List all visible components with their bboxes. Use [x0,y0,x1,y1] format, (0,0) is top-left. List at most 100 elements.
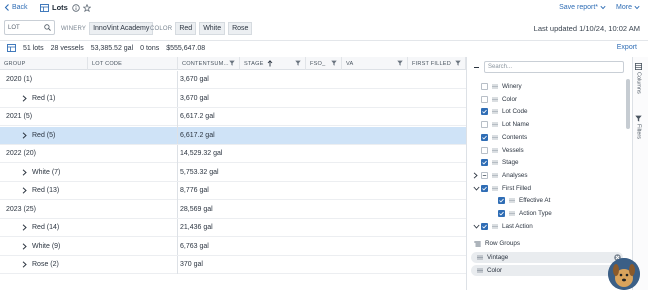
group-row-color[interactable]: White (9) 6,763 gal [0,237,466,256]
column-checkbox[interactable] [498,210,505,217]
drag-handle-icon[interactable] [477,255,483,260]
chevron-right-icon[interactable] [20,131,28,139]
winery-filter[interactable]: WINERY InnoVint Academy [61,22,154,35]
contents-cell: 6,617.2 gal [180,131,215,139]
column-item[interactable]: Winery [466,80,626,93]
column-item[interactable]: Vessels [466,144,626,157]
column-item[interactable]: Analyses [466,169,626,182]
header-first-filled[interactable]: FIRST FILLED [408,57,466,70]
collapse-all-icon[interactable] [473,64,480,71]
column-checkbox[interactable] [481,133,488,141]
column-item[interactable]: First Filled [466,182,626,195]
save-report-button[interactable]: Save report* [559,4,606,11]
group-row-vintage[interactable]: 2021 (5) 6,617.2 gal [0,107,466,126]
column-checkbox[interactable] [481,108,488,116]
column-item[interactable]: Effective At [466,194,626,207]
header-fso[interactable]: FSO_ [306,57,342,70]
drag-handle-icon[interactable] [492,109,498,114]
column-checkbox[interactable] [481,146,488,154]
winery-chip[interactable]: InnoVint Academy [89,22,154,35]
color-chip-rose[interactable]: Rose [228,22,253,35]
export-button[interactable]: Export [617,44,637,51]
column-checkbox[interactable] [498,197,505,205]
group-row-color[interactable]: White (7) 5,753.32 gal [0,163,466,182]
column-checkbox[interactable] [481,121,488,129]
group-row-color[interactable]: Red (1) 3,670 gal [0,89,466,108]
color-chip-red[interactable]: Red [175,22,197,35]
drag-handle-icon[interactable] [492,97,498,102]
last-updated: Last updated 1/10/24, 10:02 AM [533,24,640,33]
tab-filters[interactable]: Filters [635,115,642,139]
drag-handle-icon[interactable] [492,84,498,89]
column-checkbox[interactable] [481,184,488,192]
group-row-vintage[interactable]: 2020 (1) 3,670 gal [0,70,466,89]
column-item[interactable]: Stage [466,156,626,169]
group-row-vintage[interactable]: 2023 (25) 28,569 gal [0,200,466,219]
column-item[interactable]: Action Type [466,207,626,220]
filter-icon[interactable] [455,60,461,66]
assistant-avatar[interactable] [608,258,640,290]
chevron-down-icon[interactable] [473,186,481,191]
column-item-label: Analyses [502,171,528,179]
group-row-color[interactable]: Rose (2) 370 gal [0,255,466,274]
column-item[interactable]: Lot Name [466,118,626,131]
tab-columns[interactable]: Columns [635,63,642,94]
chevron-down-icon[interactable] [473,224,481,229]
filter-icon[interactable] [397,60,403,66]
header-group[interactable]: GROUP [0,57,88,70]
sort-ascending-icon[interactable] [267,60,273,67]
chevron-right-icon[interactable] [20,261,28,269]
filter-icon[interactable] [331,60,337,66]
drag-handle-icon[interactable] [492,224,498,229]
header-contents[interactable]: CONTENTSUM... [178,57,240,70]
group-row-color[interactable]: Red (13) 8,776 gal [0,181,466,200]
drag-handle-icon[interactable] [492,160,498,165]
chevron-right-icon[interactable] [473,172,481,179]
star-icon[interactable] [82,3,91,12]
header-stage[interactable]: STAGE [240,57,306,70]
chevron-right-icon[interactable] [20,94,28,102]
drag-handle-icon[interactable] [509,211,515,216]
page-title-group: Lots [40,3,91,12]
group-row-vintage[interactable]: 2022 (20) 14,529.32 gal [0,144,466,163]
drag-handle-icon[interactable] [492,148,498,153]
chevron-right-icon[interactable] [20,242,28,250]
column-checkbox[interactable] [481,171,488,179]
tab-columns-label: Columns [635,72,642,94]
chevron-right-icon[interactable] [20,187,28,195]
color-chip-white[interactable]: White [199,22,226,35]
column-item[interactable]: Color [466,93,626,106]
row-group-label: Color [487,267,503,274]
row-group-pill[interactable]: Color [471,265,623,276]
column-checkbox[interactable] [481,95,488,103]
drag-handle-icon[interactable] [492,135,498,140]
drag-handle-icon[interactable] [492,186,498,191]
drag-handle-icon[interactable] [509,198,515,203]
chevron-right-icon[interactable] [20,224,28,232]
column-checkbox[interactable] [481,159,488,167]
drag-handle-icon[interactable] [492,173,498,178]
info-icon[interactable] [72,3,80,12]
group-row-color[interactable]: Red (5) 6,617.2 gal [0,126,466,145]
column-item[interactable]: Last Action [466,220,626,233]
lot-search-input[interactable]: LOT [4,20,55,35]
back-button[interactable]: Back [4,4,28,11]
filter-icon[interactable] [229,60,235,66]
column-search-input[interactable]: Search... [484,61,624,73]
column-item[interactable]: Contents [466,131,626,144]
group-label: 2023 (25) [6,205,36,213]
chevron-right-icon[interactable] [20,168,28,176]
column-checkbox[interactable] [481,83,488,90]
drag-handle-icon[interactable] [477,268,483,273]
filter-icon[interactable] [295,60,301,66]
drag-handle-icon[interactable] [492,122,498,127]
panel-scrollbar[interactable] [626,79,630,129]
group-row-color[interactable]: Red (14) 21,436 gal [0,218,466,237]
row-group-pill[interactable]: Vintage [471,252,623,263]
header-va[interactable]: VA [342,57,408,70]
contents-cell: 5,753.32 gal [180,168,219,176]
more-button[interactable]: More [616,4,640,11]
column-checkbox[interactable] [481,222,488,230]
header-lot-code[interactable]: LOT CODE [88,57,178,70]
column-item[interactable]: Lot Code [466,105,626,118]
